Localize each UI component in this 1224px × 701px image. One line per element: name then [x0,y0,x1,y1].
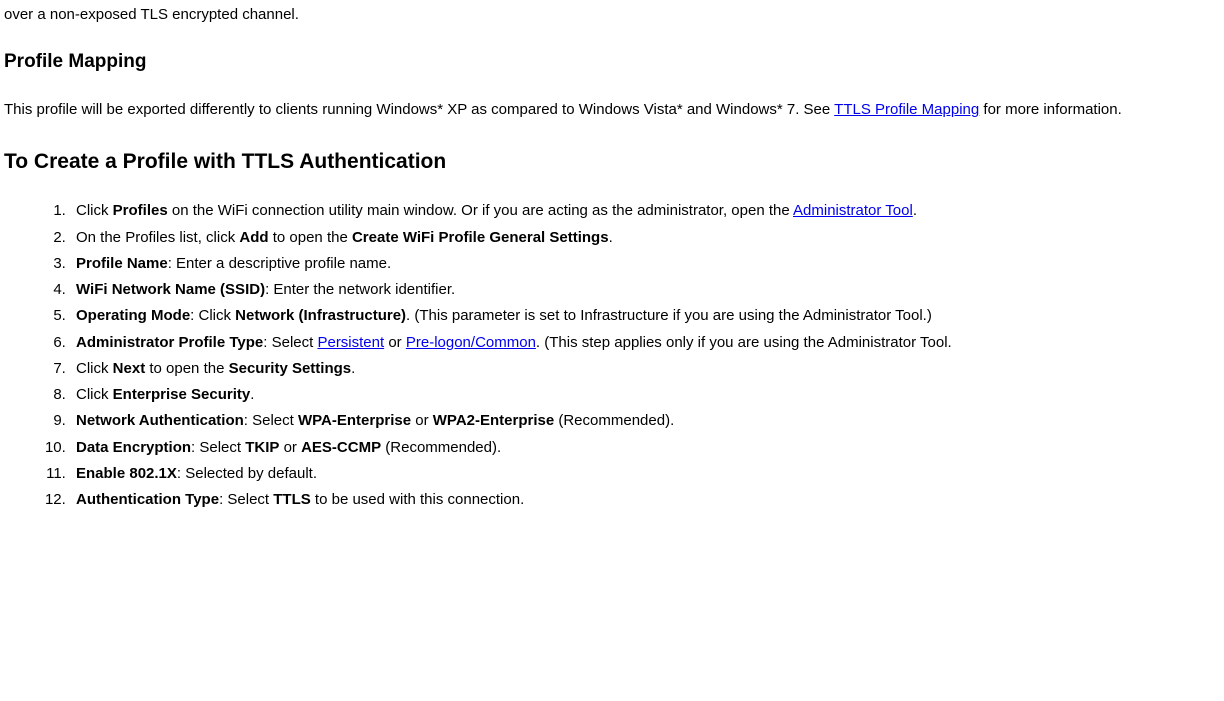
bold-auth-type: Authentication Type [76,491,219,508]
bold-operating-mode: Operating Mode [76,307,190,324]
bold-create-wifi: Create WiFi Profile General Settings [352,229,609,246]
step-1: Click Profiles on the WiFi connection ut… [70,199,1220,222]
link-administrator-tool[interactable]: Administrator Tool [793,202,913,219]
text: : Enter a descriptive profile name. [168,255,391,272]
bold-network-infra: Network (Infrastructure) [235,307,406,324]
bold-network-auth: Network Authentication [76,412,244,429]
step-9: Network Authentication: Select WPA-Enter… [70,409,1220,432]
text: . [609,229,613,246]
text: Click [76,202,113,219]
text: Click [76,360,113,377]
text: : Click [190,307,235,324]
text: Click [76,386,113,403]
step-6: Administrator Profile Type: Select Persi… [70,331,1220,354]
bold-ttls: TTLS [273,491,311,508]
step-10: Data Encryption: Select TKIP or AES-CCMP… [70,436,1220,459]
text: (Recommended). [381,439,501,456]
step-2: On the Profiles list, click Add to open … [70,226,1220,249]
text: : Selected by default. [177,465,317,482]
text: : Select [191,439,245,456]
bold-enable-8021x: Enable 802.1X [76,465,177,482]
mapping-text-post: for more information. [979,101,1122,118]
heading-create-profile: To Create a Profile with TTLS Authentica… [4,147,1220,177]
text: or [384,334,406,351]
mapping-text-pre: This profile will be exported differentl… [4,101,834,118]
profile-mapping-paragraph: This profile will be exported differentl… [4,99,1220,121]
step-5: Operating Mode: Click Network (Infrastru… [70,304,1220,327]
text: or [411,412,433,429]
text: : Select [244,412,298,429]
bold-wpa2-ent: WPA2-Enterprise [433,412,554,429]
step-12: Authentication Type: Select TTLS to be u… [70,488,1220,511]
text: On the Profiles list, click [76,229,239,246]
text: (Recommended). [554,412,674,429]
bold-admin-profile-type: Administrator Profile Type [76,334,263,351]
text: to be used with this connection. [311,491,524,508]
text: on the WiFi connection utility main wind… [168,202,793,219]
text: . [913,202,917,219]
text: . [351,360,355,377]
step-4: WiFi Network Name (SSID): Enter the netw… [70,278,1220,301]
step-3: Profile Name: Enter a descriptive profil… [70,252,1220,275]
text: . [250,386,254,403]
steps-list: Click Profiles on the WiFi connection ut… [4,199,1220,511]
text: to open the [269,229,352,246]
bold-data-encryption: Data Encryption [76,439,191,456]
link-ttls-profile-mapping[interactable]: TTLS Profile Mapping [834,101,979,118]
step-11: Enable 802.1X: Selected by default. [70,462,1220,485]
bold-enterprise-security: Enterprise Security [113,386,251,403]
link-prelogon-common[interactable]: Pre-logon/Common [406,334,536,351]
bold-next: Next [113,360,146,377]
link-persistent[interactable]: Persistent [317,334,384,351]
step-8: Click Enterprise Security. [70,383,1220,406]
text: . (This parameter is set to Infrastructu… [406,307,932,324]
text: . (This step applies only if you are usi… [536,334,952,351]
bold-tkip: TKIP [245,439,279,456]
bold-aes-ccmp: AES-CCMP [301,439,381,456]
bold-security-settings: Security Settings [229,360,352,377]
intro-fragment: over a non-exposed TLS encrypted channel… [4,4,1220,26]
text: : Enter the network identifier. [265,281,455,298]
text: : Select [263,334,317,351]
text: to open the [145,360,228,377]
bold-ssid: WiFi Network Name (SSID) [76,281,265,298]
bold-profile-name: Profile Name [76,255,168,272]
text: or [279,439,301,456]
bold-add: Add [239,229,268,246]
bold-wpa-ent: WPA-Enterprise [298,412,411,429]
text: : Select [219,491,273,508]
step-7: Click Next to open the Security Settings… [70,357,1220,380]
heading-profile-mapping: Profile Mapping [4,48,1220,76]
bold-profiles: Profiles [113,202,168,219]
